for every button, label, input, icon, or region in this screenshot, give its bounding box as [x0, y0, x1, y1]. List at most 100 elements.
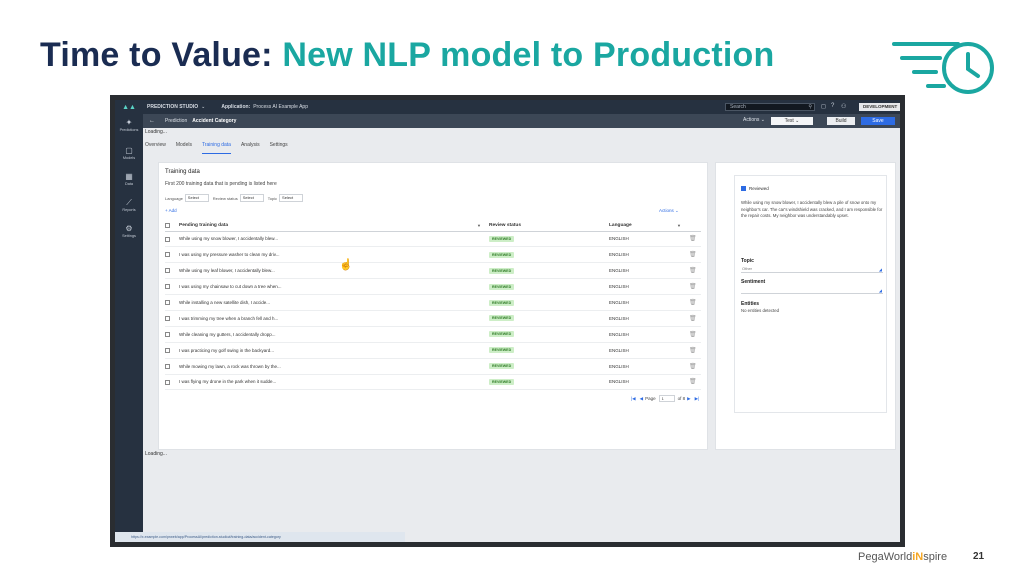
- sort-icon[interactable]: ▼: [677, 223, 681, 228]
- delete-icon[interactable]: 🗑: [689, 364, 697, 370]
- actions-menu[interactable]: Actions ⌄: [743, 117, 765, 123]
- next-page-icon[interactable]: ▶: [687, 396, 690, 402]
- row-text[interactable]: I was practicing my golf swing in the ba…: [179, 342, 489, 359]
- filter-review-select[interactable]: Select: [239, 194, 264, 202]
- search-icon[interactable]: ⚲: [808, 104, 812, 110]
- add-button[interactable]: + Add: [165, 208, 177, 213]
- row-text[interactable]: While cleaning my gutters, I accidentall…: [179, 326, 489, 343]
- reviewed-checkbox[interactable]: [741, 186, 746, 191]
- row-text[interactable]: I was using my pressure washer to clean …: [179, 246, 489, 264]
- row-text[interactable]: I was trimming my tree when a branch fel…: [179, 310, 489, 327]
- brand-part-c: spire: [923, 551, 948, 563]
- delete-icon[interactable]: 🗑: [689, 348, 697, 354]
- row-checkbox[interactable]: [165, 284, 170, 290]
- row-text[interactable]: While mowing my lawn, a rock was thrown …: [179, 358, 489, 375]
- pega-logo-icon[interactable]: ▲▲: [115, 100, 143, 114]
- row-text[interactable]: While installing a new satellite dish, I…: [179, 294, 489, 311]
- nav-item-settings[interactable]: ⚙ Settings: [115, 224, 143, 238]
- delete-icon[interactable]: 🗑: [689, 379, 697, 385]
- table-row[interactable]: While installing a new satellite dish, I…: [165, 294, 701, 311]
- select-all-checkbox[interactable]: [165, 222, 170, 228]
- user-icon[interactable]: ⚇: [841, 103, 846, 110]
- test-dropdown[interactable]: Test ⌄: [771, 117, 813, 125]
- tab-analysis[interactable]: Analysis: [241, 142, 260, 154]
- table-row[interactable]: While using my snow blower, I accidental…: [165, 231, 701, 248]
- row-checkbox[interactable]: [165, 236, 170, 242]
- column-header-review[interactable]: Review status: [489, 221, 609, 232]
- sort-icon[interactable]: ▼: [477, 223, 481, 228]
- delete-icon[interactable]: 🗑: [689, 284, 697, 290]
- row-actions-cell: 🗑: [689, 310, 701, 327]
- actions-dropdown[interactable]: Actions ⌄: [659, 208, 679, 214]
- tab-training-data[interactable]: Training data: [201, 142, 231, 154]
- row-checkbox[interactable]: [165, 268, 170, 274]
- delete-icon[interactable]: 🗑: [689, 252, 697, 258]
- filter-language-label: Language: [165, 195, 183, 201]
- column-header-pending[interactable]: Pending training data ▼: [179, 221, 489, 232]
- brand-part-a: PegaWorld: [858, 551, 913, 563]
- table-row[interactable]: While using my leaf blower, I accidental…: [165, 262, 701, 280]
- row-text[interactable]: While using my leaf blower, I accidental…: [179, 262, 489, 280]
- page-number-input[interactable]: 1: [658, 395, 675, 402]
- table-row[interactable]: I was practicing my golf swing in the ba…: [165, 342, 701, 359]
- row-checkbox[interactable]: [165, 316, 170, 322]
- tab-settings[interactable]: Settings: [270, 142, 288, 154]
- box-icon: ▢: [125, 146, 133, 155]
- row-checkbox[interactable]: [165, 347, 170, 353]
- nav-item-data[interactable]: ▦ Data: [115, 172, 143, 186]
- tab-overview[interactable]: Overview: [145, 142, 166, 154]
- status-badge: REVIEWED: [489, 235, 515, 242]
- nav-item-models[interactable]: ▢ Models: [115, 146, 143, 160]
- delete-icon[interactable]: 🗑: [689, 316, 697, 322]
- topic-select[interactable]: Other ◢: [741, 265, 883, 273]
- status-badge: REVIEWED: [489, 283, 515, 290]
- chevron-down-icon[interactable]: ⌄: [201, 104, 205, 110]
- table-row[interactable]: I was using my chainsaw to cut down a tr…: [165, 278, 701, 296]
- speed-clock-icon: [892, 42, 994, 94]
- row-text[interactable]: While using my snow blower, I accidental…: [179, 231, 489, 248]
- table-row[interactable]: I was trimming my tree when a branch fel…: [165, 310, 701, 327]
- filter-language-select[interactable]: Select: [184, 194, 209, 202]
- back-arrow-icon[interactable]: ←: [149, 118, 155, 124]
- nav-item-predictions[interactable]: ✦ Predictions: [115, 118, 143, 132]
- prev-page-icon[interactable]: ◀: [640, 396, 643, 402]
- help-icon[interactable]: ?: [831, 103, 834, 109]
- filter-topic-label: Topic: [267, 195, 278, 201]
- status-badge: REVIEWED: [489, 315, 515, 322]
- row-checkbox[interactable]: [165, 363, 170, 369]
- reviewed-toggle[interactable]: Reviewed: [741, 186, 769, 191]
- build-button[interactable]: Build: [827, 117, 855, 125]
- table-row[interactable]: I was flying my drone in the park when i…: [165, 374, 701, 391]
- chart-icon: ⟋: [126, 198, 132, 207]
- last-page-icon[interactable]: ▶|: [695, 396, 700, 402]
- row-checkbox[interactable]: [165, 331, 170, 337]
- row-text[interactable]: I was using my chainsaw to cut down a tr…: [179, 278, 489, 296]
- nav-item-reports[interactable]: ⟋ Reports: [115, 198, 143, 212]
- column-header-language[interactable]: Language ▼: [609, 221, 689, 232]
- tab-models[interactable]: Models: [176, 142, 192, 154]
- row-checkbox[interactable]: [165, 252, 170, 258]
- delete-icon[interactable]: 🗑: [689, 236, 697, 242]
- table-row[interactable]: While cleaning my gutters, I accidentall…: [165, 326, 701, 343]
- save-button[interactable]: Save: [861, 117, 895, 125]
- first-page-icon[interactable]: |◀: [631, 396, 636, 402]
- studio-switcher[interactable]: PREDICTION STUDIO: [147, 104, 198, 110]
- training-data-panel: Training data First 200 training data th…: [158, 162, 708, 450]
- table-row[interactable]: While mowing my lawn, a rock was thrown …: [165, 358, 701, 375]
- sentiment-select[interactable]: ◢: [741, 286, 883, 294]
- status-badge: REVIEWED: [489, 378, 515, 385]
- row-language: ENGLISH: [609, 294, 689, 311]
- delete-icon[interactable]: 🗑: [689, 332, 697, 338]
- delete-icon[interactable]: 🗑: [689, 268, 697, 274]
- delete-icon[interactable]: 🗑: [689, 300, 697, 306]
- filter-topic-select[interactable]: Select: [279, 194, 304, 202]
- table-row[interactable]: I was using my pressure washer to clean …: [165, 246, 701, 264]
- application-name[interactable]: Process AI Example App: [253, 104, 308, 110]
- row-text[interactable]: I was flying my drone in the park when i…: [179, 374, 489, 391]
- breadcrumb-parent[interactable]: Prediction: [165, 118, 187, 124]
- row-checkbox[interactable]: [165, 300, 170, 306]
- notification-icon[interactable]: ◻: [821, 103, 826, 110]
- search-input[interactable]: Search ⚲: [725, 103, 815, 111]
- row-checkbox[interactable]: [165, 379, 170, 385]
- row-status-cell: REVIEWED: [489, 278, 609, 296]
